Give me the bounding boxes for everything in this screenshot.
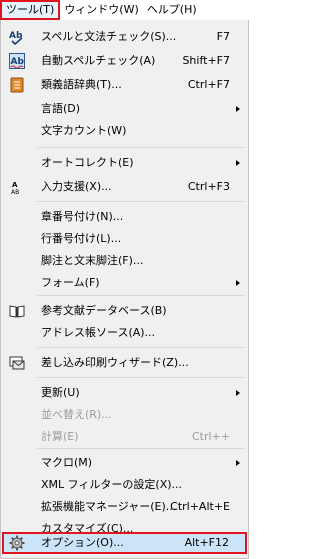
menu-separator — [37, 347, 245, 348]
menu-item-xml-filter[interactable]: XML フィルターの設定(X)... — [1, 474, 248, 496]
submenu-arrow-icon — [236, 106, 240, 112]
submenu-arrow-icon — [236, 390, 240, 396]
menu-item-line-numbering[interactable]: 行番号付け(L)... — [1, 228, 248, 250]
menu-item-language[interactable]: 言語(D) — [1, 98, 248, 120]
menu-item-bibliography[interactable]: 参考文献データベース(B) — [1, 300, 248, 322]
menu-item-label: オートコレクト(E) — [41, 156, 134, 169]
menu-help[interactable]: ヘルプ(H) — [143, 0, 201, 20]
menu-item-update[interactable]: 更新(U) — [1, 382, 248, 404]
menu-item-label: アドレス帳ソース(A)... — [41, 326, 156, 339]
menu-item-extensions[interactable]: 拡張機能マネージャー(E)... Ctrl+Alt+E — [1, 496, 248, 518]
menu-item-label: 行番号付け(L)... — [41, 232, 122, 245]
menu-item-label: マクロ(M) — [41, 456, 93, 469]
gear-icon — [9, 535, 25, 551]
menu-item-shortcut: Ctrl+F3 — [187, 180, 230, 193]
menu-item-mail-merge[interactable]: 差し込み印刷ウィザード(Z)... — [1, 352, 248, 374]
menu-item-shortcut: F7 — [216, 30, 230, 43]
menu-item-label: 差し込み印刷ウィザード(Z)... — [41, 356, 189, 369]
autospell-icon: Ab — [9, 53, 25, 69]
menu-item-sort: 並べ替え(R)... — [1, 404, 248, 426]
menu-item-label: 脚注と文末脚注(F)... — [41, 254, 144, 267]
menu-item-label: 並べ替え(R)... — [41, 408, 112, 421]
menu-item-autocorrect[interactable]: オートコレクト(E) — [1, 152, 248, 174]
menu-item-calculate: 計算(E) Ctrl++ — [1, 426, 248, 448]
spellcheck-icon: Ab — [9, 29, 25, 46]
svg-text:AB: AB — [11, 189, 19, 195]
mail-merge-icon — [9, 355, 25, 371]
submenu-arrow-icon — [236, 460, 240, 466]
menu-item-shortcut: Alt+F12 — [184, 536, 229, 549]
menu-separator — [37, 201, 245, 202]
autotext-icon: A AB — [9, 179, 25, 196]
menu-item-label: 拡張機能マネージャー(E)... — [41, 500, 177, 513]
menu-separator — [37, 377, 245, 378]
menu-item-thesaurus[interactable]: 類義語辞典(T)... Ctrl+F7 — [1, 74, 248, 96]
menu-window[interactable]: ウィンドウ(W) — [60, 0, 142, 20]
submenu-arrow-icon — [236, 160, 240, 166]
book-icon — [9, 77, 25, 93]
menu-item-label: スペルと文法チェック(S)... — [41, 30, 177, 43]
menu-item-label: 入力支援(X)... — [41, 180, 112, 193]
menu-item-input-support[interactable]: A AB 入力支援(X)... Ctrl+F3 — [1, 176, 248, 198]
menu-item-shortcut: Ctrl+F7 — [187, 78, 230, 91]
menu-item-label: 類義語辞典(T)... — [41, 78, 122, 91]
menu-item-label: 言語(D) — [41, 102, 81, 115]
menu-item-label: XML フィルターの設定(X)... — [41, 478, 183, 491]
tools-dropdown-menu: Ab スペルと文法チェック(S)... F7 Ab 自動スペルチェック(A) S… — [0, 20, 249, 559]
menu-separator — [37, 147, 245, 148]
menu-item-address-source[interactable]: アドレス帳ソース(A)... — [1, 322, 248, 344]
menu-item-shortcut: Ctrl++ — [191, 430, 230, 443]
svg-text:Ab: Ab — [11, 57, 25, 67]
menu-item-label: 計算(E) — [41, 430, 79, 443]
menubar: ツール(T) ウィンドウ(W) ヘルプ(H) — [0, 0, 249, 20]
menu-item-footnotes[interactable]: 脚注と文末脚注(F)... — [1, 250, 248, 272]
menu-item-label: 章番号付け(N)... — [41, 210, 124, 223]
menu-tools[interactable]: ツール(T) — [0, 0, 61, 20]
menu-item-label: 自動スペルチェック(A) — [41, 54, 156, 67]
menu-item-macros[interactable]: マクロ(M) — [1, 452, 248, 474]
menu-item-shortcut: Ctrl+Alt+E — [170, 500, 230, 513]
menu-item-label: 参考文献データベース(B) — [41, 304, 167, 317]
open-book-icon — [9, 303, 25, 319]
menu-separator — [37, 448, 245, 449]
menu-item-options[interactable]: オプション(O)... Alt+F12 — [2, 532, 247, 554]
menu-item-wordcount[interactable]: 文字カウント(W) — [1, 120, 248, 142]
menu-item-label: 更新(U) — [41, 386, 80, 399]
menu-item-forms[interactable]: フォーム(F) — [1, 272, 248, 294]
menu-item-spelling[interactable]: Ab スペルと文法チェック(S)... F7 — [1, 26, 248, 48]
svg-text:A: A — [12, 181, 18, 189]
menu-separator — [37, 295, 245, 296]
menu-item-label: オプション(O)... — [41, 536, 124, 549]
submenu-arrow-icon — [236, 280, 240, 286]
menu-item-label: フォーム(F) — [41, 276, 100, 289]
menu-item-chapter-numbering[interactable]: 章番号付け(N)... — [1, 206, 248, 228]
menu-item-autospell[interactable]: Ab 自動スペルチェック(A) Shift+F7 — [1, 50, 248, 72]
menu-item-label: 文字カウント(W) — [41, 124, 127, 137]
menu-item-shortcut: Shift+F7 — [182, 54, 230, 67]
